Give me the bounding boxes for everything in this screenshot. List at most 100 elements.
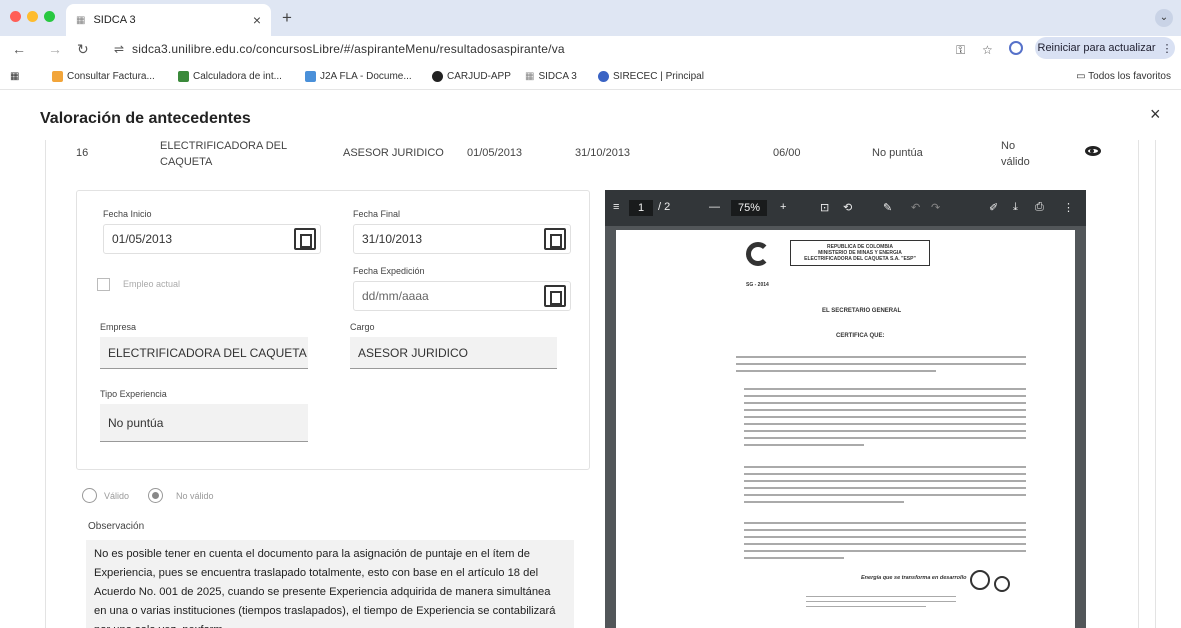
row-position: ASESOR JURIDICO: [343, 147, 444, 159]
key-icon[interactable]: ⚿: [956, 43, 965, 58]
tab-sidca3[interactable]: ▦ SIDCA 3 ×: [66, 4, 271, 36]
tipo-experiencia-select[interactable]: No puntúa: [100, 404, 308, 442]
bookmark-item[interactable]: Consultar Factura...: [52, 71, 155, 82]
bookmark-item[interactable]: Calculadora de int...: [178, 71, 282, 82]
text-line: [744, 480, 1026, 482]
site-info-icon[interactable]: ⇌: [114, 42, 124, 56]
eye-icon[interactable]: [1085, 146, 1101, 156]
document-header: REPUBLICA DE COLOMBIA MINISTERIO DE MINA…: [804, 244, 916, 262]
download-icon[interactable]: ⤓: [1013, 201, 1018, 214]
bookmark-item[interactable]: J2A FLA - Docume...: [305, 71, 412, 82]
bookmark-favicon-icon: [432, 71, 443, 82]
copy-icon[interactable]: [544, 228, 566, 250]
valid-radio-label: Válido: [104, 491, 130, 501]
fecha-inicio-field: Fecha Inicio 01/05/2013: [103, 209, 321, 254]
redo-icon[interactable]: ↷: [931, 201, 940, 214]
bookmark-item[interactable]: SIRECEC | Principal: [598, 71, 704, 82]
print-icon[interactable]: ⎙: [1035, 201, 1044, 214]
text-line: [744, 557, 844, 559]
new-tab-button[interactable]: +: [282, 8, 292, 28]
page-number-input[interactable]: 1: [629, 200, 653, 216]
close-dialog-icon[interactable]: ×: [1150, 104, 1161, 125]
text-line: [744, 437, 1026, 439]
row-index: 16: [76, 147, 89, 159]
row-company-line2: CAQUETA: [160, 156, 213, 168]
row-score: No puntúa: [872, 147, 923, 159]
scroll-border: [1155, 140, 1156, 628]
copy-icon[interactable]: [294, 228, 316, 250]
text-line: [806, 601, 956, 602]
empresa-field: Empresa ELECTRIFICADORA DEL CAQUETA: [100, 322, 308, 369]
fit-page-icon[interactable]: ⊡: [820, 201, 829, 214]
grid-icon: ▦: [525, 71, 535, 82]
url-text: sidca3.unilibre.edu.co/concursosLibre/#/…: [132, 42, 565, 56]
folder-icon: ▭: [1076, 71, 1086, 82]
row-status-line1: No: [1001, 140, 1016, 152]
empresa-input[interactable]: ELECTRIFICADORA DEL CAQUETA: [100, 337, 308, 369]
text-line: [744, 473, 1026, 475]
apps-icon[interactable]: ▦: [10, 71, 19, 82]
back-icon[interactable]: ←: [12, 41, 26, 57]
all-bookmarks-button[interactable]: ▭ Todos los favoritos: [1076, 71, 1171, 82]
forward-icon[interactable]: →: [48, 41, 62, 57]
highlighter-icon[interactable]: ✐: [989, 201, 998, 214]
secretario-heading: EL SECRETARIO GENERAL: [822, 308, 902, 314]
text-line: [806, 606, 926, 607]
annotate-icon[interactable]: ✎: [883, 201, 892, 214]
extension-icon[interactable]: [1009, 41, 1023, 55]
document-header-box: REPUBLICA DE COLOMBIA MINISTERIO DE MINA…: [790, 240, 930, 266]
zoom-in-icon[interactable]: +: [780, 201, 786, 213]
zoom-out-icon[interactable]: —: [709, 201, 720, 213]
undo-icon[interactable]: ↶: [911, 201, 920, 214]
bookmark-label: SIRECEC | Principal: [613, 71, 704, 82]
valid-radio[interactable]: [82, 488, 97, 503]
fecha-expedicion-input[interactable]: dd/mm/aaaa: [353, 281, 571, 311]
text-line: [744, 536, 1026, 538]
text-line: [744, 522, 1026, 524]
empresa-label: Empresa: [100, 322, 137, 332]
copy-icon[interactable]: [544, 285, 566, 307]
tab-search-button[interactable]: ⌄: [1155, 9, 1173, 27]
bookmark-favicon-icon: [598, 71, 609, 82]
certifica-heading: CERTIFICA QUE:: [836, 333, 885, 339]
observacion-textarea[interactable]: No es posible tener en cuenta el documen…: [86, 540, 574, 628]
fecha-inicio-value: 01/05/2013: [112, 232, 173, 246]
text-line: [744, 550, 1026, 552]
bookmark-item[interactable]: ▦ SIDCA 3: [525, 71, 577, 82]
zoom-input[interactable]: 75%: [731, 200, 767, 216]
bookmark-item[interactable]: CARJUD-APP: [432, 71, 511, 82]
star-icon[interactable]: ☆: [982, 43, 993, 57]
text-line: [744, 543, 1026, 545]
tab-title: SIDCA 3: [93, 14, 136, 26]
text-line: [744, 388, 1026, 390]
invalid-radio[interactable]: [148, 488, 163, 503]
fecha-inicio-label: Fecha Inicio: [103, 209, 152, 219]
fecha-final-field: Fecha Final 31/10/2013: [353, 209, 571, 254]
minimize-window-button[interactable]: [27, 11, 38, 22]
reload-icon[interactable]: ↻: [77, 41, 89, 58]
menu-icon[interactable]: ≡: [613, 201, 619, 213]
text-line: [744, 466, 1026, 468]
text-line: [744, 409, 1026, 411]
cargo-value: ASESOR JURIDICO: [358, 345, 469, 360]
window-controls: [10, 11, 55, 22]
table-row: 16 ELECTRIFICADORA DEL CAQUETA ASESOR JU…: [70, 140, 1130, 184]
close-tab-icon[interactable]: ×: [253, 12, 261, 28]
cargo-input[interactable]: ASESOR JURIDICO: [350, 337, 557, 369]
tipo-experiencia-label: Tipo Experiencia: [100, 389, 167, 399]
url-input[interactable]: ⇌ sidca3.unilibre.edu.co/concursosLibre/…: [102, 38, 1021, 62]
text-line: [736, 370, 936, 372]
more-options-icon[interactable]: ⋮: [1063, 201, 1074, 214]
maximize-window-button[interactable]: [44, 11, 55, 22]
fecha-inicio-input[interactable]: 01/05/2013: [103, 224, 321, 254]
restart-update-button[interactable]: Reiniciar para actualizar ⋮: [1035, 37, 1175, 59]
bookmark-favicon-icon: [305, 71, 316, 82]
empleo-actual-checkbox[interactable]: [97, 278, 110, 291]
text-line: [744, 444, 864, 446]
bookmark-favicon-icon: [52, 71, 63, 82]
text-line: [744, 430, 1026, 432]
close-window-button[interactable]: [10, 11, 21, 22]
row-end-date: 31/10/2013: [575, 147, 631, 159]
rotate-icon[interactable]: ⟲: [843, 201, 852, 214]
fecha-final-input[interactable]: 31/10/2013: [353, 224, 571, 254]
